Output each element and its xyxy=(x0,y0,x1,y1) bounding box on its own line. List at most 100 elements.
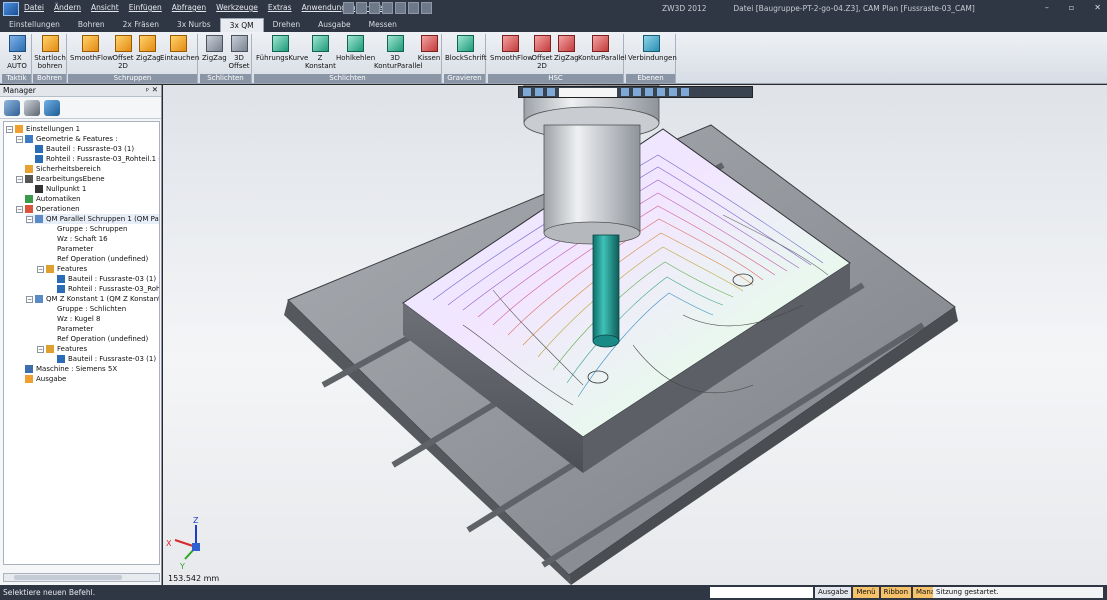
offset-2d-button[interactable]: Offset 2D xyxy=(112,35,134,70)
app-logo-icon[interactable] xyxy=(3,2,19,16)
hsc-zigzag-button[interactable]: ZigZag xyxy=(554,35,579,62)
hsc-konturparallel-button[interactable]: KonturParallel xyxy=(578,35,627,62)
cam-plan-icon[interactable] xyxy=(4,100,20,116)
minimize-icon[interactable]: – xyxy=(1045,3,1049,12)
tree-node[interactable]: Bauteil : Fussraste-03 (1) xyxy=(35,144,134,154)
3d-konturparallel-button[interactable]: 3D KonturParallel xyxy=(374,35,423,70)
tab-messen[interactable]: Messen xyxy=(360,18,406,32)
menu-extras[interactable]: Extras xyxy=(268,3,292,12)
tool-library-icon[interactable] xyxy=(24,100,40,116)
tree-node[interactable]: − Geometrie & Features : xyxy=(16,134,118,144)
pick-filter-icon[interactable] xyxy=(523,88,531,96)
undo-icon[interactable] xyxy=(395,2,406,14)
open-file-icon[interactable] xyxy=(356,2,367,14)
view-iso-icon[interactable] xyxy=(633,88,641,96)
tree-node[interactable]: − Features xyxy=(37,264,87,274)
zoom-all-icon[interactable] xyxy=(681,88,689,96)
command-input[interactable] xyxy=(710,587,813,598)
smoothflow-button[interactable]: SmoothFlow xyxy=(70,35,113,62)
tab-bohren[interactable]: Bohren xyxy=(69,18,114,32)
tree-node[interactable]: Ref Operation (undefined) xyxy=(46,334,148,344)
render-mode-icon[interactable] xyxy=(657,88,665,96)
tree-node[interactable]: Ref Operation (undefined) xyxy=(46,254,148,264)
3x-auto-button[interactable]: 3X AUTO xyxy=(4,35,30,70)
menu-werkzeuge[interactable]: Werkzeuge xyxy=(216,3,258,12)
tree-node[interactable]: Gruppe : Schlichten xyxy=(46,304,126,314)
pick-filter-field[interactable] xyxy=(559,87,617,97)
tab-2x-fraesen[interactable]: 2x Fräsen xyxy=(114,18,168,32)
tab-drehen[interactable]: Drehen xyxy=(264,18,309,32)
pin-icon[interactable]: ᵖ xyxy=(146,86,149,95)
zigzag-finishing-button[interactable]: ZigZag xyxy=(202,35,227,62)
menu-aendern[interactable]: Ändern xyxy=(54,3,81,12)
print-icon[interactable] xyxy=(382,2,393,14)
tree-node[interactable]: Wz : Kugel 8 xyxy=(46,314,100,324)
tree-node[interactable]: Nullpunkt 1 xyxy=(35,184,86,194)
tree-node[interactable]: Bauteil : Fussraste-03 (1) xyxy=(57,354,156,364)
status-tab-ausgabe[interactable]: Ausgabe xyxy=(815,587,852,598)
status-tab-ribbon[interactable]: Ribbon xyxy=(880,587,912,598)
eintauchen-button[interactable]: Eintauchen xyxy=(160,35,199,62)
tree-node[interactable]: Sicherheitsbereich xyxy=(25,164,101,174)
blockschrift-button[interactable]: BlockSchrift xyxy=(445,35,487,62)
close-window-icon[interactable]: ✕ xyxy=(1094,3,1101,12)
tree-node[interactable]: − BearbeitungsEbene xyxy=(16,174,105,184)
tab-ausgabe[interactable]: Ausgabe xyxy=(309,18,360,32)
cad-scene: Z X Y xyxy=(166,85,958,585)
hsc-zigzag-icon xyxy=(557,35,575,52)
new-file-icon[interactable] xyxy=(343,2,354,14)
tree-horizontal-scrollbar[interactable] xyxy=(3,573,160,582)
verbindungen-button[interactable]: Verbindungen xyxy=(628,35,677,62)
fuehrungskurve-button[interactable]: FührungsKurve xyxy=(256,35,308,62)
tree-node[interactable]: Rohteil : Fussraste-03_Rohteil. xyxy=(57,284,159,294)
tree-node[interactable]: −QM Parallel Schruppen 1 (QM Paralle xyxy=(26,214,159,224)
tree-node[interactable]: Ausgabe xyxy=(25,374,66,384)
part-icon xyxy=(57,355,65,363)
close-icon[interactable]: ✕ xyxy=(152,85,158,94)
hsc-smoothflow-button[interactable]: SmoothFlow xyxy=(490,35,533,62)
ribbon-group-gravieren: BlockSchrift Gravieren xyxy=(444,34,487,83)
tree-node[interactable]: Gruppe : Schruppen xyxy=(46,224,127,234)
z-konstant-button[interactable]: Z Konstant xyxy=(305,35,336,70)
tab-einstellungen[interactable]: Einstellungen xyxy=(0,18,69,32)
maximize-icon[interactable]: ▫ xyxy=(1069,3,1074,12)
hohlkehlen-button[interactable]: Hohlkehlen xyxy=(336,35,375,62)
graphics-viewport[interactable]: Z X Y 153.542 mm xyxy=(163,85,1107,585)
startloch-bohren-button[interactable]: Startloch bohren xyxy=(34,35,66,70)
tree-node[interactable]: Parameter xyxy=(46,324,93,334)
redo-icon[interactable] xyxy=(408,2,419,14)
tree-node[interactable]: Parameter xyxy=(46,244,93,254)
save-icon[interactable] xyxy=(369,2,380,14)
tree-node[interactable]: Rohteil : Fussraste-03_Rohteil.1 (2) xyxy=(35,154,159,164)
hsc-offset-2d-button[interactable]: Offset 2D xyxy=(531,35,553,70)
machine-icon[interactable] xyxy=(44,100,60,116)
tree-node[interactable]: − Operationen xyxy=(16,204,80,214)
display-icon[interactable] xyxy=(669,88,677,96)
zigzag-roughing-button[interactable]: ZigZag xyxy=(136,35,161,62)
tree-node[interactable]: − Features xyxy=(37,344,87,354)
tree-node[interactable]: Automatiken xyxy=(25,194,81,204)
menu-datei[interactable]: Datei xyxy=(24,3,44,12)
tab-3x-qm[interactable]: 3x QM xyxy=(219,18,264,32)
regen-icon[interactable] xyxy=(421,2,432,14)
menu-ansicht[interactable]: Ansicht xyxy=(91,3,119,12)
tree-node[interactable]: − Einstellungen 1 xyxy=(6,124,80,134)
menu-einfuegen[interactable]: Einfügen xyxy=(129,3,162,12)
menu-abfragen[interactable]: Abfragen xyxy=(172,3,206,12)
status-bar: Selektiere neuen Befehl. Ausgabe Menü Ri… xyxy=(0,585,1107,600)
kissen-button[interactable]: Kissen xyxy=(417,35,441,62)
view-front-icon[interactable] xyxy=(645,88,653,96)
tab-3x-nurbs[interactable]: 3x Nurbs xyxy=(168,18,220,32)
pick-mode-icon[interactable] xyxy=(535,88,543,96)
3d-offset-button[interactable]: 3D Offset xyxy=(227,35,251,70)
tree-node[interactable]: Bauteil : Fussraste-03 (1) xyxy=(57,274,156,284)
zigzag-finish-icon xyxy=(205,35,223,52)
snap-icon[interactable] xyxy=(547,88,555,96)
tree-node[interactable]: Wz : Schaft 16 xyxy=(46,234,108,244)
status-tab-menu[interactable]: Menü xyxy=(853,587,879,598)
shade-mode-icon[interactable] xyxy=(621,88,629,96)
tree-node[interactable]: − QM Z Konstant 1 (QM Z Konstant) xyxy=(26,294,159,304)
tree-node[interactable]: Maschine : Siemens 5X xyxy=(25,364,117,374)
scrollbar-thumb[interactable] xyxy=(14,575,122,580)
origin-icon xyxy=(35,185,43,193)
